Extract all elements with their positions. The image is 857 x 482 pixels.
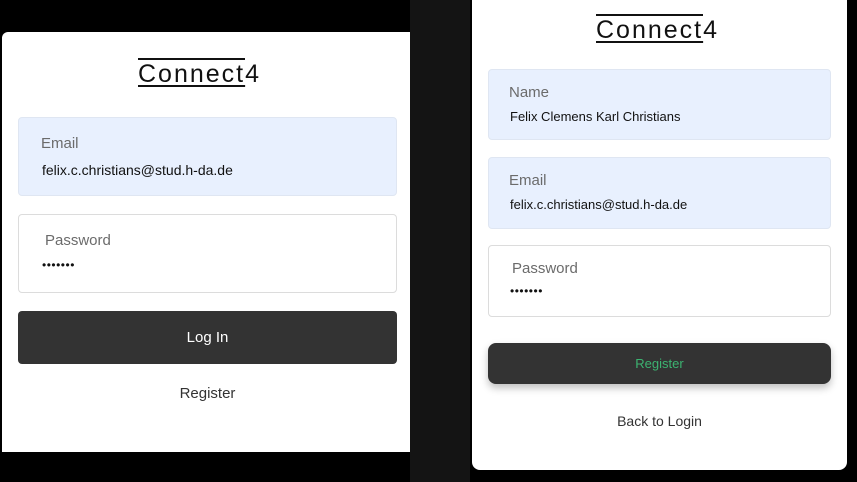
password-field[interactable]: Password •••••••: [488, 245, 831, 317]
email-input[interactable]: felix.c.christians@stud.h-da.de: [510, 197, 687, 212]
password-label: Password: [512, 260, 578, 277]
name-label: Name: [509, 84, 550, 101]
back-to-login-link[interactable]: Back to Login: [488, 413, 831, 429]
register-link[interactable]: Register: [18, 385, 397, 402]
email-field[interactable]: Email felix.c.christians@stud.h-da.de: [18, 117, 397, 196]
app-logo: Connect4: [138, 58, 259, 89]
name-input[interactable]: Felix Clemens Karl Christians: [510, 109, 681, 124]
register-button-label: Register: [635, 356, 684, 371]
logo-number: 4: [245, 60, 260, 88]
name-field[interactable]: Name Felix Clemens Karl Christians: [488, 69, 831, 140]
email-input[interactable]: felix.c.christians@stud.h-da.de: [42, 162, 233, 178]
login-button[interactable]: Log In: [18, 311, 397, 364]
login-card: Connect4 Email felix.c.christians@stud.h…: [2, 32, 410, 452]
email-label: Email: [509, 172, 547, 189]
app-logo: Connect4: [596, 14, 717, 45]
screen-divider: [410, 0, 470, 482]
email-label: Email: [41, 135, 79, 152]
password-label: Password: [45, 232, 111, 249]
register-button[interactable]: Register: [488, 343, 831, 384]
email-field[interactable]: Email felix.c.christians@stud.h-da.de: [488, 157, 831, 229]
logo-text: Connect: [596, 14, 704, 44]
password-input[interactable]: •••••••: [42, 258, 75, 272]
login-button-label: Log In: [186, 329, 229, 346]
logo-text: Connect: [138, 58, 246, 88]
register-card: Connect4 Name Felix Clemens Karl Christi…: [472, 0, 847, 470]
password-input[interactable]: •••••••: [510, 284, 543, 298]
password-field[interactable]: Password •••••••: [18, 214, 397, 293]
logo-number: 4: [703, 16, 718, 44]
